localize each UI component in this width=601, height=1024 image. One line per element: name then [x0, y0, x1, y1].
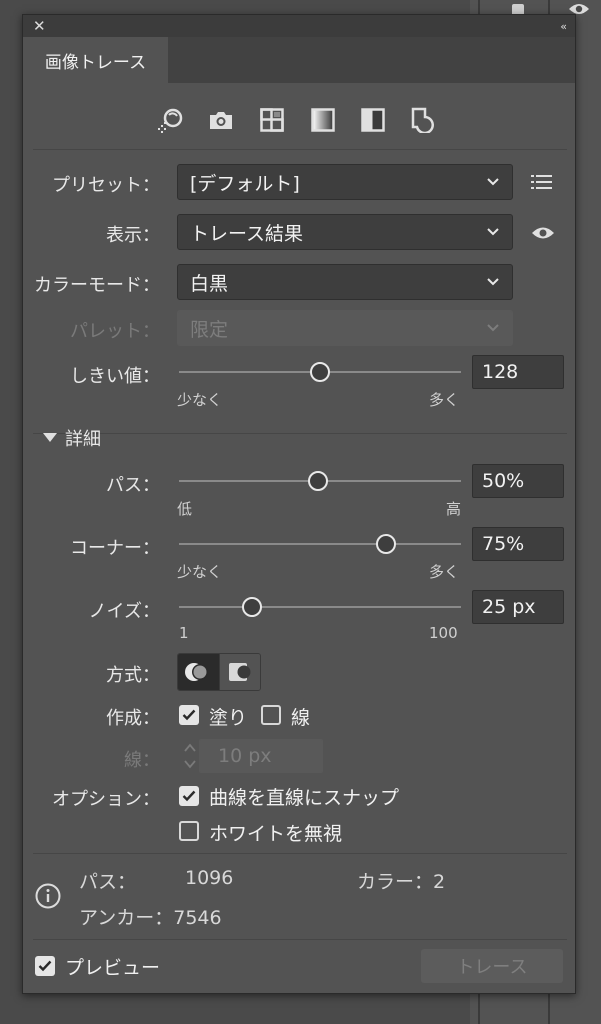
color-mode-label: カラーモード：	[34, 275, 160, 296]
info-icon	[35, 883, 61, 913]
preset-value: [デフォルト]	[190, 172, 300, 195]
view-label: 表示：	[106, 225, 160, 246]
noise-label: ノイズ：	[88, 601, 160, 622]
corners-slider-track[interactable]	[179, 543, 461, 545]
method-toggle-group	[177, 653, 261, 691]
camera-icon[interactable]	[206, 105, 236, 135]
advanced-label: 詳細	[65, 429, 101, 450]
checkmark-icon	[182, 709, 196, 721]
corners-input[interactable]: 75%	[472, 527, 564, 561]
chevron-down-icon	[487, 324, 499, 332]
noise-slider-track[interactable]	[179, 606, 461, 608]
advanced-section-toggle[interactable]: 詳細	[43, 425, 101, 451]
abutting-method-button[interactable]	[178, 654, 219, 690]
corners-max-label: 多く	[429, 563, 460, 581]
outline-icon[interactable]	[409, 105, 439, 135]
trace-button[interactable]: トレース	[421, 949, 563, 983]
close-icon[interactable]: ✕	[33, 18, 46, 34]
checkmark-icon	[182, 790, 196, 802]
fills-checkbox[interactable]	[179, 705, 199, 725]
create-label: 作成：	[106, 708, 160, 729]
noise-input[interactable]: 25 px	[472, 590, 564, 624]
corners-min-label: 少なく	[177, 563, 223, 581]
preset-label: プリセット：	[52, 175, 160, 196]
stroke-stepper	[183, 739, 197, 773]
stroke-label: 線：	[124, 750, 160, 771]
chevron-down-icon	[487, 228, 499, 236]
palette-value: 限定	[190, 318, 229, 341]
chevron-down-icon	[487, 178, 499, 186]
threshold-label: しきい値：	[70, 366, 160, 387]
method-label: 方式：	[106, 665, 160, 686]
divider	[33, 939, 567, 940]
ignore-white-label: ホワイトを無視	[209, 823, 343, 845]
palette-label: パレット：	[70, 321, 160, 342]
threshold-max-label: 多く	[429, 391, 460, 409]
preset-dropdown[interactable]: [デフォルト]	[177, 164, 513, 200]
eye-icon[interactable]	[531, 225, 555, 245]
fills-label: 塗り	[209, 707, 248, 729]
stepper-arrows-icon	[184, 743, 196, 769]
palette-dropdown: 限定	[177, 310, 513, 346]
view-dropdown[interactable]: トレース結果	[177, 214, 513, 250]
divider	[33, 853, 567, 854]
info-paths-label: パス：	[79, 871, 137, 893]
tab-image-trace[interactable]: 画像トレース	[23, 37, 168, 83]
divider	[33, 149, 567, 150]
noise-slider-knob[interactable]	[242, 597, 262, 617]
preset-list-icon[interactable]	[531, 173, 553, 195]
noise-max-label: 100	[429, 624, 458, 642]
paths-min-label: 低	[177, 500, 193, 518]
color-mode-dropdown[interactable]: 白黒	[177, 264, 513, 300]
triangle-down-icon	[43, 433, 57, 442]
threshold-min-label: 少なく	[177, 391, 223, 409]
info-colors: カラー：2	[357, 871, 446, 893]
collapse-icon[interactable]: ‹‹	[560, 20, 567, 33]
abutting-icon	[185, 663, 209, 681]
stroke-width-input: 10 px	[199, 739, 323, 773]
corners-slider-knob[interactable]	[376, 534, 396, 554]
corners-label: コーナー：	[70, 538, 160, 559]
overlapping-method-button[interactable]	[218, 654, 260, 690]
paths-max-label: 高	[446, 500, 462, 518]
ignore-white-checkbox[interactable]	[179, 821, 199, 841]
view-value: トレース結果	[190, 222, 304, 245]
panel-titlebar: ✕ ‹‹	[23, 15, 575, 37]
color-mode-value: 白黒	[190, 272, 229, 295]
snap-curves-label: 曲線を直線にスナップ	[209, 787, 400, 809]
auto-color-icon[interactable]	[156, 105, 186, 135]
preview-checkbox[interactable]	[35, 956, 55, 976]
divider	[33, 433, 567, 434]
noise-min-label: 1	[179, 624, 189, 642]
threshold-input[interactable]: 128	[472, 355, 564, 389]
info-anchors: アンカー：7546	[79, 907, 222, 929]
paths-input[interactable]: 50%	[472, 464, 564, 498]
checkmark-icon	[38, 960, 52, 972]
grayscale-icon[interactable]	[308, 105, 338, 135]
tab-bar: 画像トレース	[23, 37, 575, 83]
chevron-down-icon	[487, 278, 499, 286]
preset-icons-row	[23, 105, 577, 135]
info-paths-value: 1096	[185, 867, 234, 889]
snap-curves-checkbox[interactable]	[179, 786, 199, 806]
low-color-icon[interactable]	[257, 105, 287, 135]
options-label: オプション：	[52, 789, 160, 810]
black-white-icon[interactable]	[358, 105, 388, 135]
strokes-checkbox[interactable]	[261, 705, 281, 725]
image-trace-panel: ✕ ‹‹ 画像トレース プリセット： [デフォルト] 表示： トレース結果 カラ…	[22, 14, 576, 994]
threshold-slider-knob[interactable]	[310, 362, 330, 382]
strokes-label: 線	[291, 707, 311, 729]
overlapping-icon	[228, 663, 251, 681]
paths-slider-knob[interactable]	[308, 471, 328, 491]
paths-label: パス：	[106, 475, 160, 496]
preview-label: プレビュー	[65, 957, 161, 979]
